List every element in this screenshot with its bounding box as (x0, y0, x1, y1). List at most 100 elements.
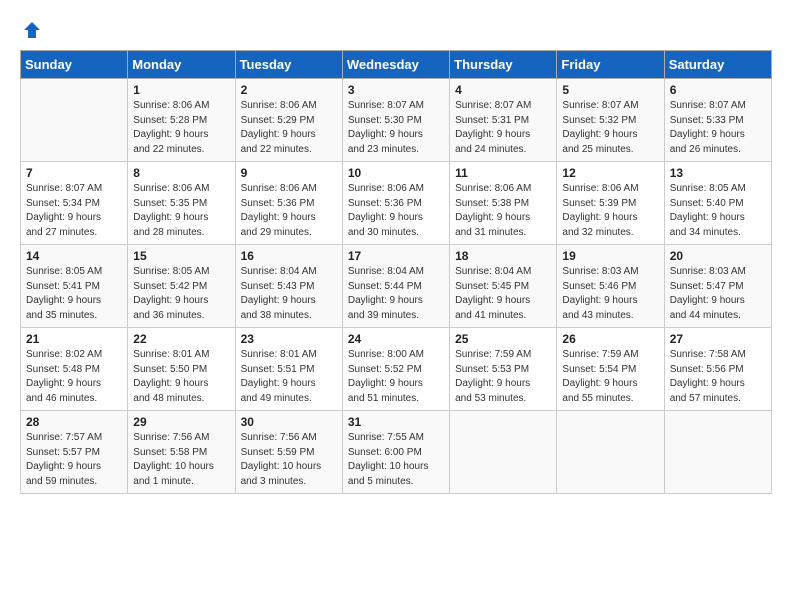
day-number: 29 (133, 415, 229, 429)
day-info: Sunrise: 8:07 AM Sunset: 5:33 PM Dayligh… (670, 99, 766, 157)
calendar-week-row: 1Sunrise: 8:06 AM Sunset: 5:28 PM Daylig… (21, 79, 772, 162)
calendar-cell: 7 Sunrise: 8:07 AM Sunset: 5:34 PM Daylig… (21, 162, 128, 245)
day-number: 2 (241, 83, 337, 97)
day-info: Sunrise: 8:07 AM Sunset: 5:32 PM Dayligh… (562, 99, 658, 157)
day-number: 16 (241, 249, 337, 263)
calendar-cell: 1Sunrise: 8:06 AM Sunset: 5:28 PM Daylig… (128, 79, 235, 162)
day-info: Sunrise: 8:04 AM Sunset: 5:45 PM Dayligh… (455, 265, 551, 323)
day-number: 4 (455, 83, 551, 97)
day-info: Sunrise: 7:55 AM Sunset: 6:00 PM Dayligh… (348, 431, 444, 489)
day-number: 13 (670, 166, 766, 180)
day-number: 9 (241, 166, 337, 180)
day-info: Sunrise: 7:56 AM Sunset: 5:58 PM Dayligh… (133, 431, 229, 489)
calendar-cell: 20 Sunrise: 8:03 AM Sunset: 5:47 PM Dayli… (664, 245, 771, 328)
calendar-header-row: SundayMondayTuesdayWednesdayThursdayFrid… (21, 51, 772, 79)
calendar-cell: 21 Sunrise: 8:02 AM Sunset: 5:48 PM Dayli… (21, 328, 128, 411)
calendar-cell: 8 Sunrise: 8:06 AM Sunset: 5:35 PM Daylig… (128, 162, 235, 245)
day-number: 25 (455, 332, 551, 346)
day-number: 30 (241, 415, 337, 429)
day-info: Sunrise: 8:02 AM Sunset: 5:48 PM Dayligh… (26, 348, 122, 406)
day-number: 11 (455, 166, 551, 180)
day-info: Sunrise: 8:06 AM Sunset: 5:39 PM Dayligh… (562, 182, 658, 240)
calendar-cell: 30 Sunrise: 7:56 AM Sunset: 5:59 PM Dayli… (235, 411, 342, 494)
day-info: Sunrise: 8:07 AM Sunset: 5:31 PM Dayligh… (455, 99, 551, 157)
day-info: Sunrise: 8:04 AM Sunset: 5:44 PM Dayligh… (348, 265, 444, 323)
day-info: Sunrise: 7:57 AM Sunset: 5:57 PM Dayligh… (26, 431, 122, 489)
day-number: 28 (26, 415, 122, 429)
day-info: Sunrise: 7:59 AM Sunset: 5:54 PM Dayligh… (562, 348, 658, 406)
day-number: 22 (133, 332, 229, 346)
day-info: Sunrise: 8:01 AM Sunset: 5:51 PM Dayligh… (241, 348, 337, 406)
day-info: Sunrise: 7:59 AM Sunset: 5:53 PM Dayligh… (455, 348, 551, 406)
calendar-cell: 6 Sunrise: 8:07 AM Sunset: 5:33 PM Daylig… (664, 79, 771, 162)
calendar-cell: 25 Sunrise: 7:59 AM Sunset: 5:53 PM Dayli… (450, 328, 557, 411)
day-info: Sunrise: 8:05 AM Sunset: 5:41 PM Dayligh… (26, 265, 122, 323)
page-header (20, 20, 772, 40)
calendar-cell: 19Sunrise: 8:03 AM Sunset: 5:46 PM Dayli… (557, 245, 664, 328)
day-header-friday: Friday (557, 51, 664, 79)
calendar-cell: 2Sunrise: 8:06 AM Sunset: 5:29 PM Daylig… (235, 79, 342, 162)
day-number: 19 (562, 249, 658, 263)
day-number: 6 (670, 83, 766, 97)
day-info: Sunrise: 8:06 AM Sunset: 5:28 PM Dayligh… (133, 99, 229, 157)
day-number: 24 (348, 332, 444, 346)
logo (20, 20, 42, 40)
day-info: Sunrise: 8:07 AM Sunset: 5:30 PM Dayligh… (348, 99, 444, 157)
calendar-week-row: 14 Sunrise: 8:05 AM Sunset: 5:41 PM Dayli… (21, 245, 772, 328)
day-info: Sunrise: 8:04 AM Sunset: 5:43 PM Dayligh… (241, 265, 337, 323)
calendar-cell: 23 Sunrise: 8:01 AM Sunset: 5:51 PM Dayli… (235, 328, 342, 411)
day-header-sunday: Sunday (21, 51, 128, 79)
day-info: Sunrise: 8:03 AM Sunset: 5:47 PM Dayligh… (670, 265, 766, 323)
day-info: Sunrise: 8:06 AM Sunset: 5:38 PM Dayligh… (455, 182, 551, 240)
calendar-cell: 17Sunrise: 8:04 AM Sunset: 5:44 PM Dayli… (342, 245, 449, 328)
day-info: Sunrise: 8:05 AM Sunset: 5:42 PM Dayligh… (133, 265, 229, 323)
calendar-cell: 3 Sunrise: 8:07 AM Sunset: 5:30 PM Daylig… (342, 79, 449, 162)
day-number: 21 (26, 332, 122, 346)
day-number: 3 (348, 83, 444, 97)
day-number: 8 (133, 166, 229, 180)
day-number: 7 (26, 166, 122, 180)
calendar-cell: 10Sunrise: 8:06 AM Sunset: 5:36 PM Dayli… (342, 162, 449, 245)
calendar-cell: 13 Sunrise: 8:05 AM Sunset: 5:40 PM Dayli… (664, 162, 771, 245)
calendar-cell: 27 Sunrise: 7:58 AM Sunset: 5:56 PM Dayli… (664, 328, 771, 411)
day-info: Sunrise: 7:56 AM Sunset: 5:59 PM Dayligh… (241, 431, 337, 489)
day-number: 26 (562, 332, 658, 346)
calendar-cell: 12 Sunrise: 8:06 AM Sunset: 5:39 PM Dayli… (557, 162, 664, 245)
calendar-cell: 24Sunrise: 8:00 AM Sunset: 5:52 PM Dayli… (342, 328, 449, 411)
calendar-cell: 9Sunrise: 8:06 AM Sunset: 5:36 PM Daylig… (235, 162, 342, 245)
day-number: 15 (133, 249, 229, 263)
calendar-cell: 26 Sunrise: 7:59 AM Sunset: 5:54 PM Dayli… (557, 328, 664, 411)
calendar-cell: 5 Sunrise: 8:07 AM Sunset: 5:32 PM Daylig… (557, 79, 664, 162)
calendar-cell: 15 Sunrise: 8:05 AM Sunset: 5:42 PM Dayli… (128, 245, 235, 328)
calendar-cell: 29 Sunrise: 7:56 AM Sunset: 5:58 PM Dayli… (128, 411, 235, 494)
day-number: 23 (241, 332, 337, 346)
day-info: Sunrise: 8:06 AM Sunset: 5:35 PM Dayligh… (133, 182, 229, 240)
day-number: 5 (562, 83, 658, 97)
calendar-cell (21, 79, 128, 162)
day-number: 31 (348, 415, 444, 429)
calendar-week-row: 7 Sunrise: 8:07 AM Sunset: 5:34 PM Daylig… (21, 162, 772, 245)
day-number: 18 (455, 249, 551, 263)
calendar-cell: 14 Sunrise: 8:05 AM Sunset: 5:41 PM Dayli… (21, 245, 128, 328)
day-number: 20 (670, 249, 766, 263)
calendar-cell: 4 Sunrise: 8:07 AM Sunset: 5:31 PM Daylig… (450, 79, 557, 162)
calendar-week-row: 28 Sunrise: 7:57 AM Sunset: 5:57 PM Dayli… (21, 411, 772, 494)
calendar-cell: 16 Sunrise: 8:04 AM Sunset: 5:43 PM Dayli… (235, 245, 342, 328)
day-number: 10 (348, 166, 444, 180)
calendar-table: SundayMondayTuesdayWednesdayThursdayFrid… (20, 50, 772, 494)
day-info: Sunrise: 7:58 AM Sunset: 5:56 PM Dayligh… (670, 348, 766, 406)
logo-icon (22, 20, 42, 40)
calendar-cell: 22 Sunrise: 8:01 AM Sunset: 5:50 PM Dayli… (128, 328, 235, 411)
day-header-saturday: Saturday (664, 51, 771, 79)
day-info: Sunrise: 8:05 AM Sunset: 5:40 PM Dayligh… (670, 182, 766, 240)
day-number: 27 (670, 332, 766, 346)
calendar-cell (557, 411, 664, 494)
day-number: 12 (562, 166, 658, 180)
day-number: 14 (26, 249, 122, 263)
day-info: Sunrise: 8:07 AM Sunset: 5:34 PM Dayligh… (26, 182, 122, 240)
calendar-week-row: 21 Sunrise: 8:02 AM Sunset: 5:48 PM Dayli… (21, 328, 772, 411)
calendar-cell: 18 Sunrise: 8:04 AM Sunset: 5:45 PM Dayli… (450, 245, 557, 328)
day-info: Sunrise: 8:01 AM Sunset: 5:50 PM Dayligh… (133, 348, 229, 406)
day-header-tuesday: Tuesday (235, 51, 342, 79)
calendar-cell: 11 Sunrise: 8:06 AM Sunset: 5:38 PM Dayli… (450, 162, 557, 245)
